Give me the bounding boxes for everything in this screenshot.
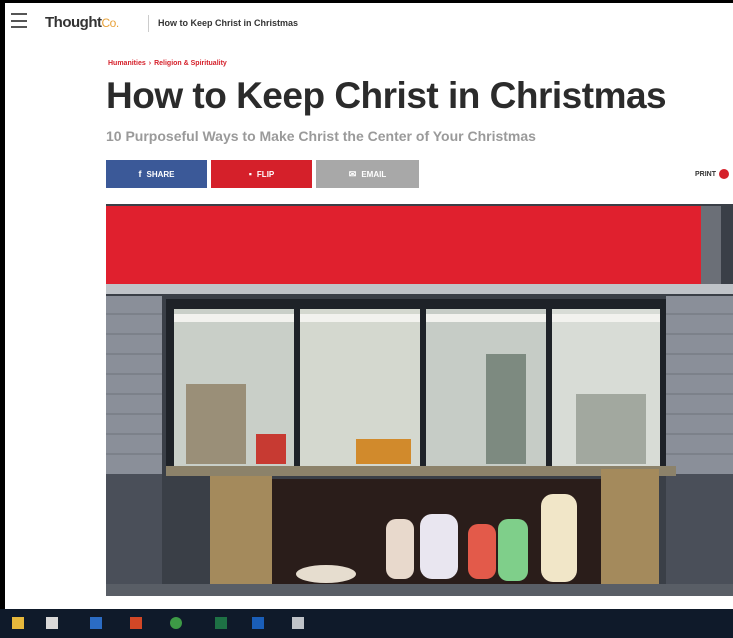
email-label: EMAIL <box>361 169 387 179</box>
email-icon: ✉ <box>348 168 357 179</box>
print-button[interactable]: PRINT <box>695 169 729 179</box>
menu-icon[interactable] <box>11 13 27 28</box>
email-button[interactable]: ✉ EMAIL <box>316 160 419 188</box>
store-icon[interactable] <box>46 617 58 629</box>
print-icon <box>719 169 729 179</box>
nativity-storefront-illustration <box>106 204 733 596</box>
file-explorer-icon[interactable] <box>12 617 24 629</box>
breadcrumb-religion[interactable]: Religion & Spirituality <box>154 60 227 67</box>
outlook-icon[interactable] <box>252 617 264 629</box>
excel-icon[interactable] <box>215 617 227 629</box>
header-page-title: How to Keep Christ in Christmas <box>158 18 299 28</box>
logo-main: Thought <box>45 14 102 31</box>
flip-label: FLIP <box>256 169 275 179</box>
flipboard-button[interactable]: ▪ FLIP <box>211 160 312 188</box>
breadcrumb-separator: › <box>148 60 152 67</box>
chrome-icon[interactable] <box>170 617 182 629</box>
breadcrumb-humanities[interactable]: Humanities <box>108 60 146 67</box>
site-logo[interactable]: ThoughtCo. <box>45 14 119 31</box>
logo-co: Co. <box>101 16 119 30</box>
article-title: How to Keep Christ in Christmas <box>106 75 667 116</box>
word-icon[interactable] <box>90 617 102 629</box>
site-header: ThoughtCo. How to Keep Christ in Christm… <box>5 3 733 43</box>
windows-taskbar <box>0 609 733 638</box>
calculator-icon[interactable] <box>292 617 304 629</box>
header-divider <box>148 15 149 32</box>
powerpoint-icon[interactable] <box>130 617 142 629</box>
article-hero-image <box>106 204 733 596</box>
breadcrumb: Humanities › Religion & Spirituality <box>108 60 227 67</box>
browser-window: ThoughtCo. How to Keep Christ in Christm… <box>5 3 733 609</box>
share-label: SHARE <box>146 169 175 179</box>
article-subtitle: 10 Purposeful Ways to Make Christ the Ce… <box>106 128 536 144</box>
facebook-share-button[interactable]: f SHARE <box>106 160 207 188</box>
facebook-icon: f <box>138 169 142 179</box>
print-label: PRINT <box>695 170 716 178</box>
flipboard-icon: ▪ <box>248 169 252 179</box>
